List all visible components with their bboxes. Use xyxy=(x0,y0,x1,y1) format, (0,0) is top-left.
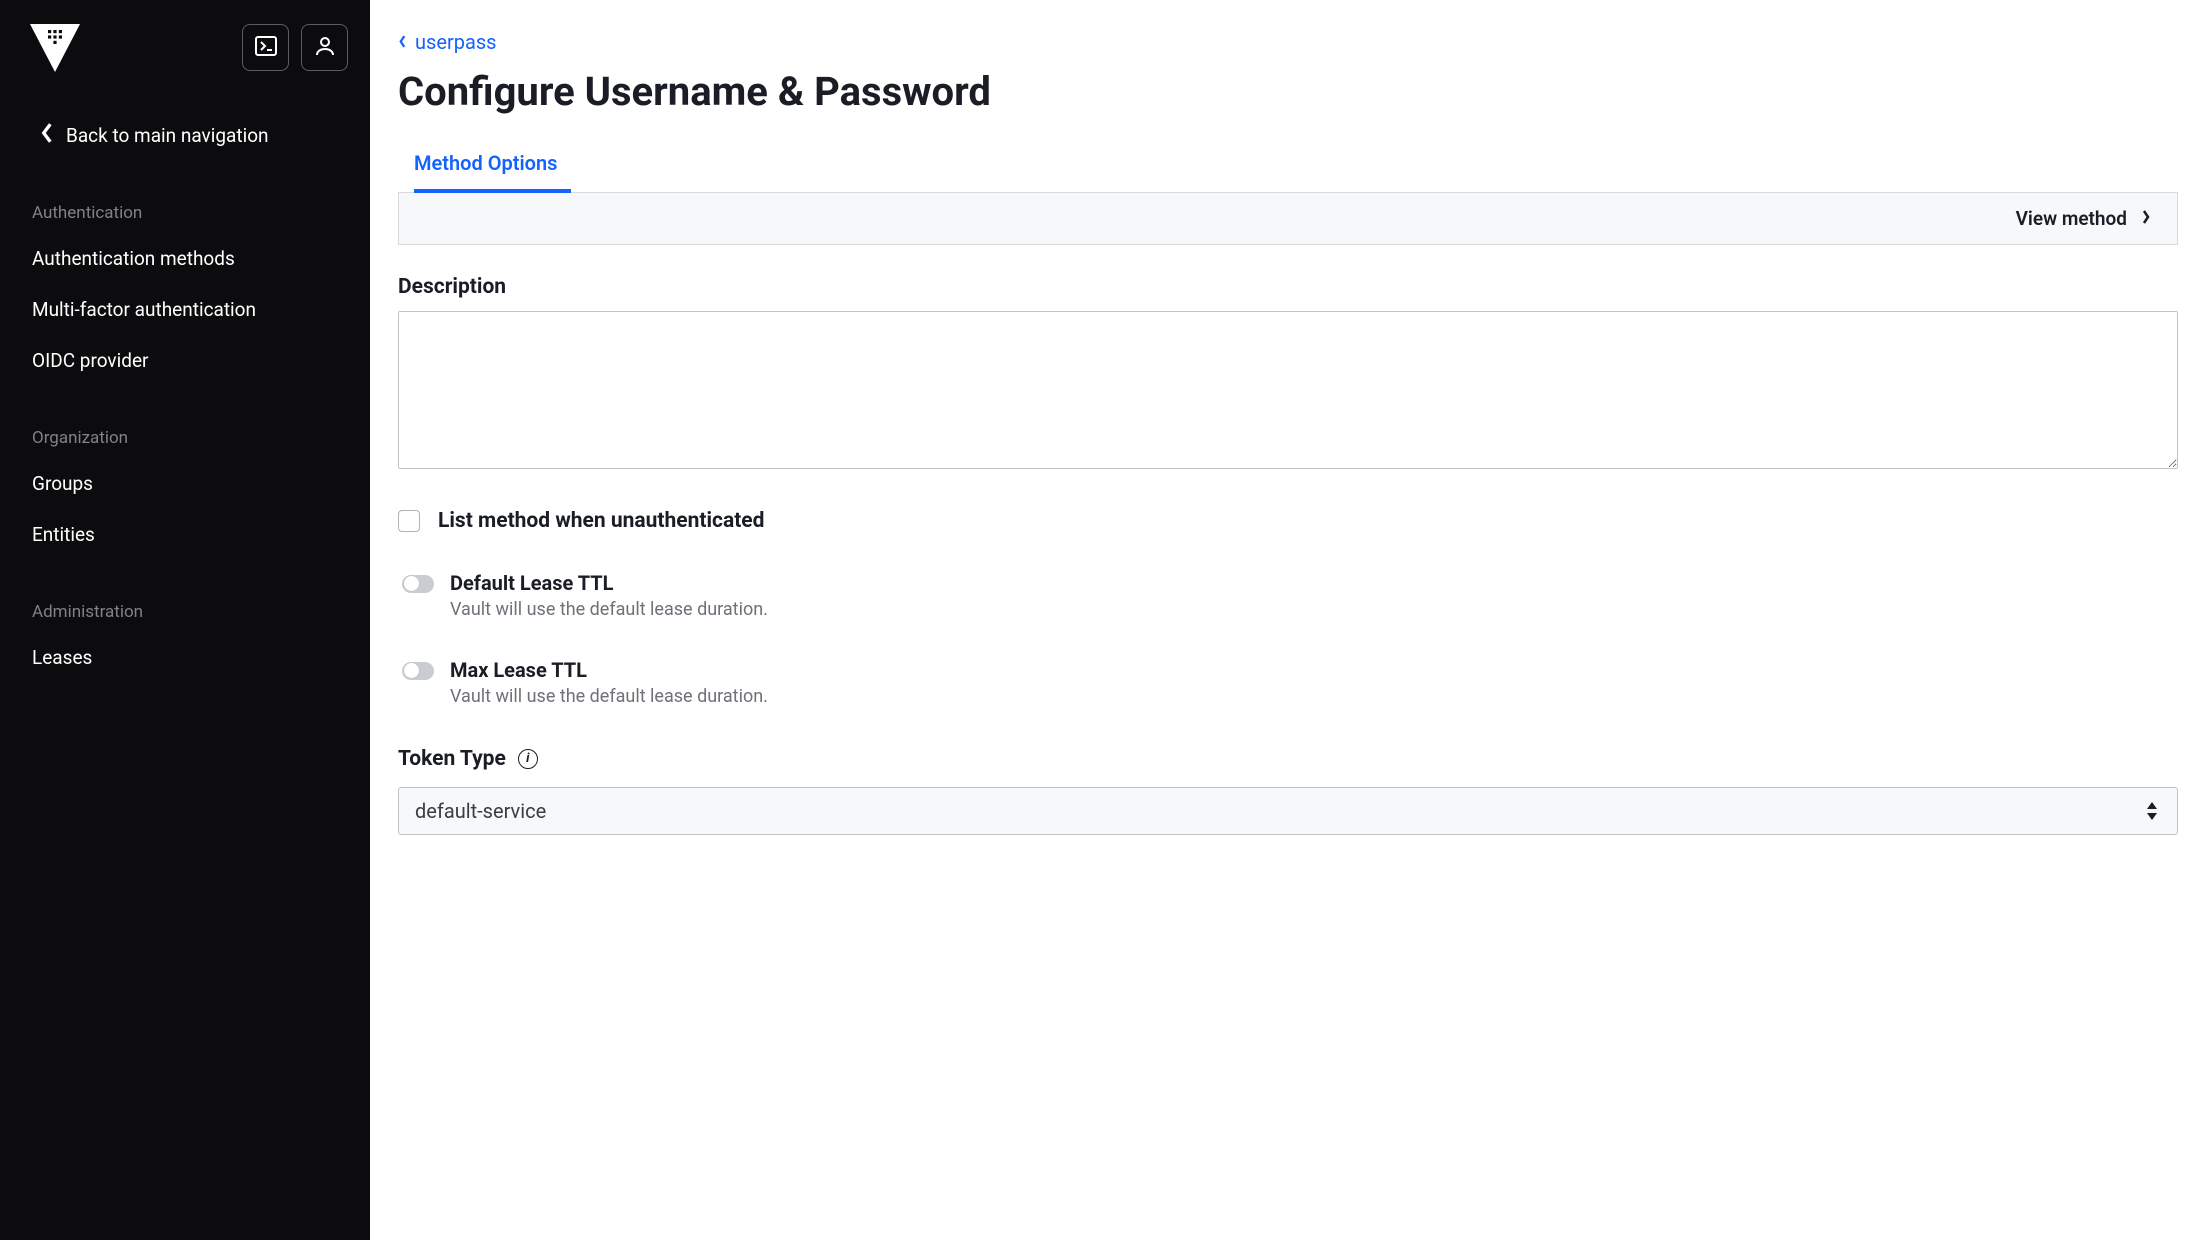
section-header-organization: Organization xyxy=(0,410,370,458)
max-ttl-title: Max Lease TTL xyxy=(450,658,768,682)
sidebar-item-auth-methods[interactable]: Authentication methods xyxy=(0,233,370,284)
max-ttl-toggle[interactable] xyxy=(402,662,434,680)
sidebar-header xyxy=(0,24,370,104)
header-buttons xyxy=(242,24,348,71)
default-ttl-row: Default Lease TTL Vault will use the def… xyxy=(398,571,2178,620)
breadcrumb-label: userpass xyxy=(415,30,496,54)
default-ttl-toggle[interactable] xyxy=(402,575,434,593)
token-type-label-row: Token Type i xyxy=(398,747,2178,771)
list-unauth-checkbox[interactable] xyxy=(398,510,420,532)
token-type-label: Token Type xyxy=(398,747,506,771)
default-ttl-title: Default Lease TTL xyxy=(450,571,768,595)
list-unauth-label: List method when unauthenticated xyxy=(438,509,764,533)
token-type-select-wrapper: default-service xyxy=(398,787,2178,835)
main-content: userpass Configure Username & Password M… xyxy=(370,0,2206,1240)
terminal-button[interactable] xyxy=(242,24,289,71)
list-unauth-row: List method when unauthenticated xyxy=(398,509,2178,533)
sidebar-item-mfa[interactable]: Multi-factor authentication xyxy=(0,284,370,335)
view-method-label: View method xyxy=(2016,207,2127,230)
tabs: Method Options xyxy=(398,137,2178,193)
back-to-main-nav[interactable]: Back to main navigation xyxy=(0,104,370,185)
section-header-authentication: Authentication xyxy=(0,185,370,233)
info-icon[interactable]: i xyxy=(518,749,538,769)
back-label: Back to main navigation xyxy=(66,124,269,147)
default-ttl-sub: Vault will use the default lease duratio… xyxy=(450,599,768,620)
description-input[interactable] xyxy=(398,311,2178,469)
token-type-select[interactable]: default-service xyxy=(398,787,2178,835)
max-ttl-sub: Vault will use the default lease duratio… xyxy=(450,686,768,707)
section-header-administration: Administration xyxy=(0,584,370,632)
max-ttl-row: Max Lease TTL Vault will use the default… xyxy=(398,658,2178,707)
sidebar: Back to main navigation Authentication A… xyxy=(0,0,370,1240)
user-icon xyxy=(313,34,337,61)
chevron-left-icon xyxy=(398,30,407,54)
user-button[interactable] xyxy=(301,24,348,71)
terminal-icon xyxy=(254,34,278,61)
chevron-left-icon xyxy=(40,122,54,149)
form-area: Description List method when unauthentic… xyxy=(398,245,2178,835)
view-method-bar[interactable]: View method xyxy=(398,193,2178,245)
sidebar-item-leases[interactable]: Leases xyxy=(0,632,370,683)
sidebar-item-groups[interactable]: Groups xyxy=(0,458,370,509)
breadcrumb[interactable]: userpass xyxy=(398,30,2178,54)
tab-method-options[interactable]: Method Options xyxy=(414,137,571,193)
sidebar-item-entities[interactable]: Entities xyxy=(0,509,370,560)
page-title: Configure Username & Password xyxy=(398,68,2178,115)
description-label: Description xyxy=(398,275,2178,299)
sidebar-item-oidc[interactable]: OIDC provider xyxy=(0,335,370,386)
vault-logo xyxy=(30,24,80,74)
chevron-right-icon xyxy=(2141,207,2151,230)
